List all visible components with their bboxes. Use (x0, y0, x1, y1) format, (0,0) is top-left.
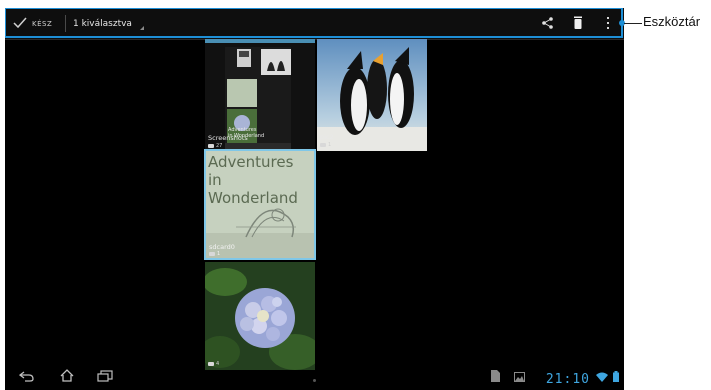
tablet-screen: KÉSZ 1 kiválasztva Adventures in Wonderl… (5, 8, 624, 390)
dropdown-corner-icon (139, 26, 144, 30)
album-count-value: 4 (216, 361, 220, 367)
wonderland-title-line1: Adventures (208, 153, 294, 171)
document-notification-icon[interactable] (491, 367, 500, 386)
back-button[interactable] (18, 367, 35, 386)
share-button[interactable] (540, 15, 556, 31)
album-count-value: 1 (328, 142, 332, 148)
checkmark-icon (13, 17, 27, 31)
album-name: Screenshots (208, 134, 248, 142)
wifi-icon (596, 367, 608, 386)
selection-dropdown[interactable]: 1 kiválasztva (73, 14, 144, 34)
home-icon (60, 369, 74, 382)
recent-apps-button[interactable] (97, 367, 113, 386)
home-button[interactable] (59, 367, 75, 386)
album-count-value: 1 (217, 251, 221, 257)
recent-apps-icon (97, 370, 113, 382)
divider (65, 15, 66, 32)
done-button[interactable]: KÉSZ (13, 14, 52, 34)
battery-icon (613, 367, 619, 386)
trash-icon (574, 16, 582, 29)
system-bar: 21:10 (5, 368, 624, 390)
overflow-menu-button[interactable] (600, 15, 616, 31)
delete-button[interactable] (570, 15, 586, 31)
callout-leader-line (624, 23, 642, 24)
album-tile-flowers[interactable]: 4 (205, 262, 315, 370)
album-name: sdcard0 (209, 243, 235, 251)
album-count: 1 (209, 251, 220, 257)
back-icon (18, 371, 34, 382)
album-tile-sdcard0-selected[interactable]: Adventures in Wonderland sdcard0 1 (204, 149, 316, 260)
done-label: KÉSZ (32, 20, 53, 28)
folder-icon (320, 143, 326, 147)
folder-icon (209, 252, 215, 256)
hydrangea-thumbnail (205, 262, 315, 370)
action-bar: KÉSZ 1 kiválasztva (5, 8, 624, 40)
album-name: pic2 (320, 133, 334, 141)
toolbar-callout-label: Eszköztár (643, 14, 701, 29)
more-vertical-icon (607, 17, 609, 29)
album-tile-pic2[interactable]: pic2 1 (317, 39, 427, 151)
wonderland-title-line2: in Wonderland (208, 171, 298, 207)
album-count: 4 (208, 361, 219, 367)
album-tile-screenshots[interactable]: Adventures in Wonderland Screenshots 27 (205, 43, 315, 151)
album-count: 1 (320, 142, 331, 148)
folder-icon (208, 144, 214, 148)
share-icon (542, 17, 553, 29)
page-indicator-dot (313, 379, 316, 382)
status-clock: 21:10 (545, 372, 590, 387)
gallery-notification-icon[interactable] (514, 367, 525, 386)
selection-count-label: 1 kiválasztva (73, 19, 132, 29)
folder-icon (208, 362, 214, 366)
